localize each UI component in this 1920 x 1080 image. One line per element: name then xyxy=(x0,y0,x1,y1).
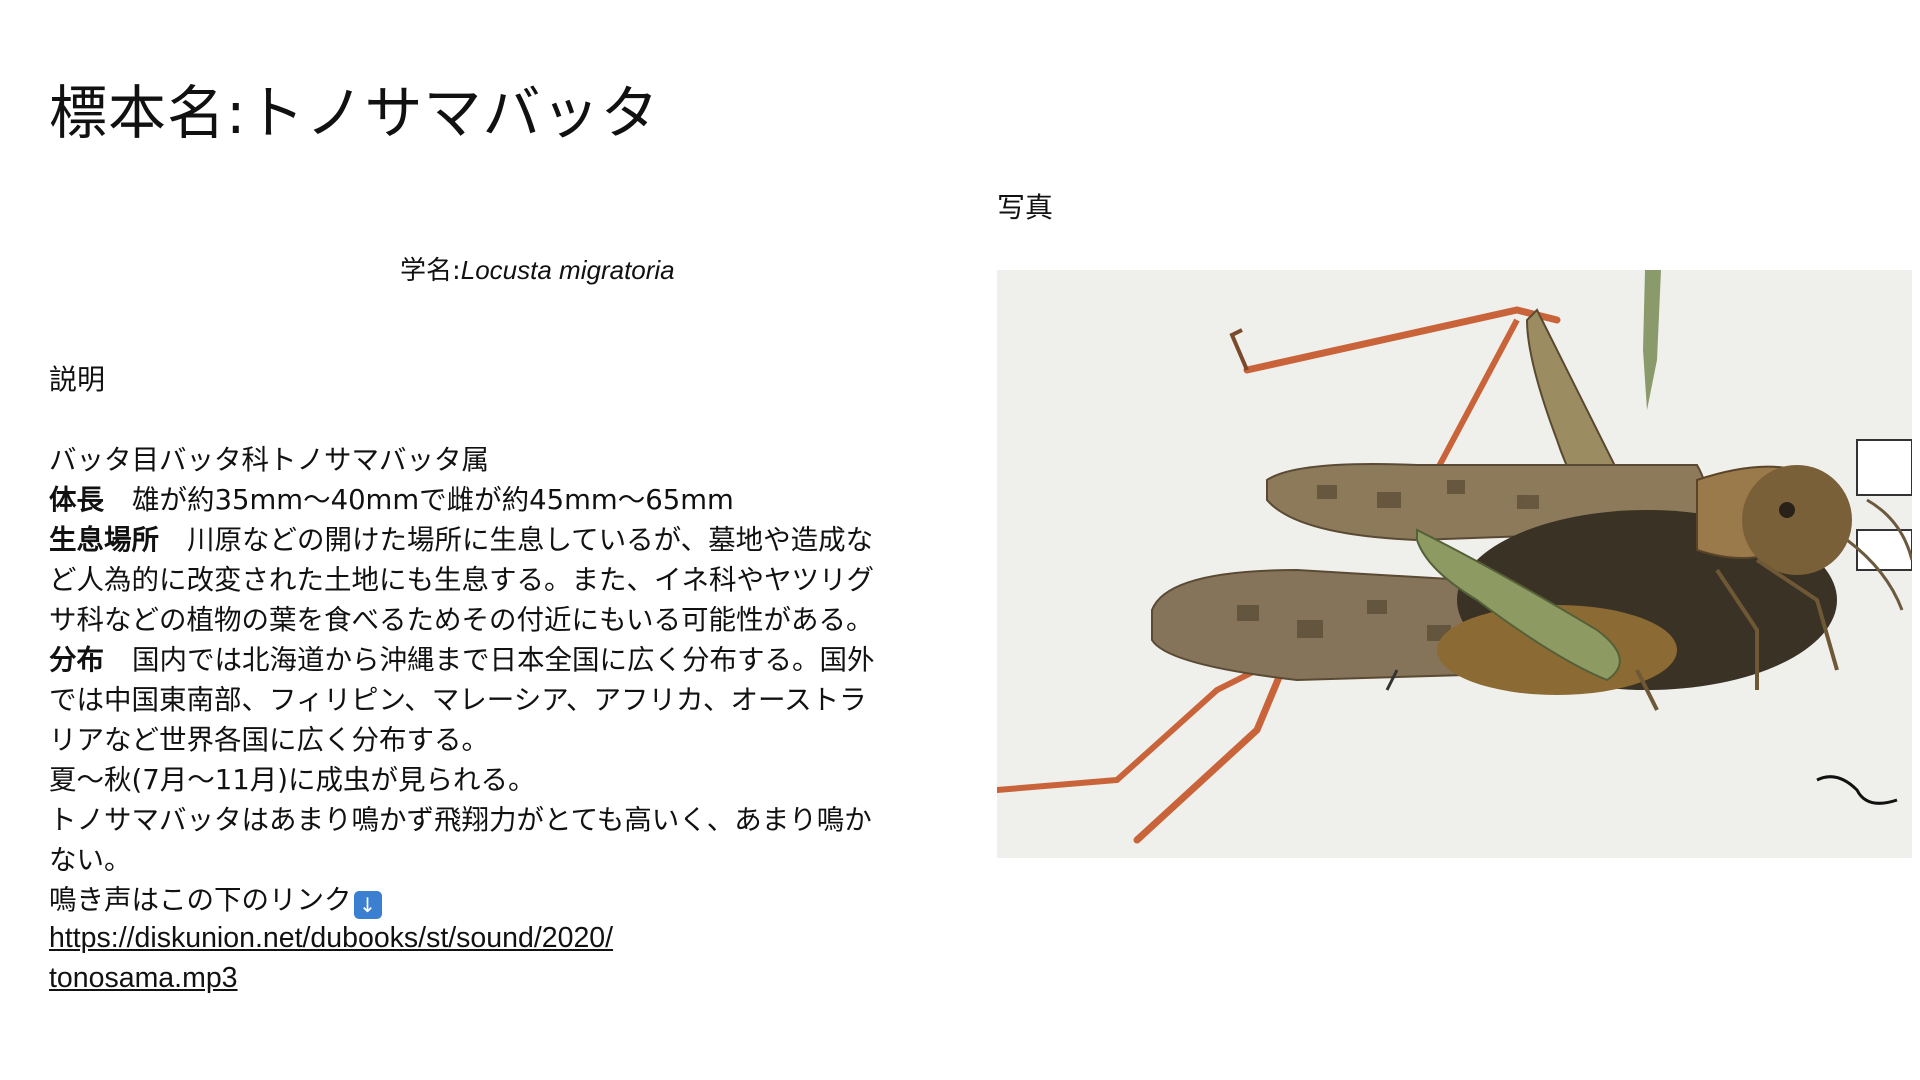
distribution-text-1: 国内では北海道から沖縄まで日本全国に広く分布する。国外 xyxy=(132,644,875,676)
body-length-line: 体長 雄が約35mm〜40mmで雌が約45mm〜65mm xyxy=(49,480,949,520)
sound-note: 鳴き声はこの下のリンク xyxy=(49,884,352,916)
habitat-line-2: ど人為的に改変された土地にも生息する。また、イネ科やヤツリグ xyxy=(49,564,874,596)
distribution-label: 分布 xyxy=(49,644,104,676)
distribution-line-1: 分布 国内では北海道から沖縄まで日本全国に広く分布する。国外 xyxy=(49,640,949,680)
sound-link[interactable]: https://diskunion.net/dubooks/st/sound/2… xyxy=(49,918,613,998)
down-arrow-icon: ↓ xyxy=(353,891,382,919)
sound-link-line-2: tonosama.mp3 xyxy=(49,962,238,994)
grasshopper-photo-illustration xyxy=(997,270,1912,858)
sound-link-line-1: https://diskunion.net/dubooks/st/sound/2… xyxy=(49,922,614,954)
habitat-text-1: 川原などの開けた場所に生息しているが、墓地や造成な xyxy=(187,524,874,556)
behavior-line-1: トノサマバッタはあまり鳴かず飛翔力がとても高いく、あまり鳴か xyxy=(49,804,872,836)
description-body: バッタ目バッタ科トノサマバッタ属 体長 雄が約35mm〜40mmで雌が約45mm〜… xyxy=(49,440,949,920)
distribution-line-2: では中国東南部、フィリピン、マレーシア、アフリカ、オーストラ xyxy=(49,684,867,716)
sound-note-line: 鳴き声はこの下のリンク ↓ xyxy=(49,880,949,920)
description-label: 説明 xyxy=(49,363,106,396)
habitat-label: 生息場所 xyxy=(49,524,159,556)
specimen-photo xyxy=(997,270,1912,858)
season-line: 夏〜秋(7月〜11月)に成虫が見られる。 xyxy=(49,764,536,796)
habitat-line-1: 生息場所 川原などの開けた場所に生息しているが、墓地や造成な xyxy=(49,520,949,560)
body-length-value: 雄が約35mm〜40mmで雌が約45mm〜65mm xyxy=(132,484,734,516)
scientific-name-latin: Locusta migratoria xyxy=(460,255,675,285)
behavior-line-2: ない。 xyxy=(49,844,132,876)
slide-title: 標本名:トノサマバッタ xyxy=(49,79,660,147)
habitat-line-3: サ科などの植物の葉を食べるためその付近にもいる可能性がある。 xyxy=(49,604,874,636)
photo-label: 写真 xyxy=(997,191,1054,224)
scientific-name-prefix: 学名: xyxy=(400,256,461,286)
body-length-label: 体長 xyxy=(49,484,104,516)
classification-line: バッタ目バッタ科トノサマバッタ属 xyxy=(49,444,489,476)
scientific-name: 学名:Locusta migratoria xyxy=(400,252,675,289)
distribution-line-3: リアなど世界各国に広く分布する。 xyxy=(49,724,489,756)
